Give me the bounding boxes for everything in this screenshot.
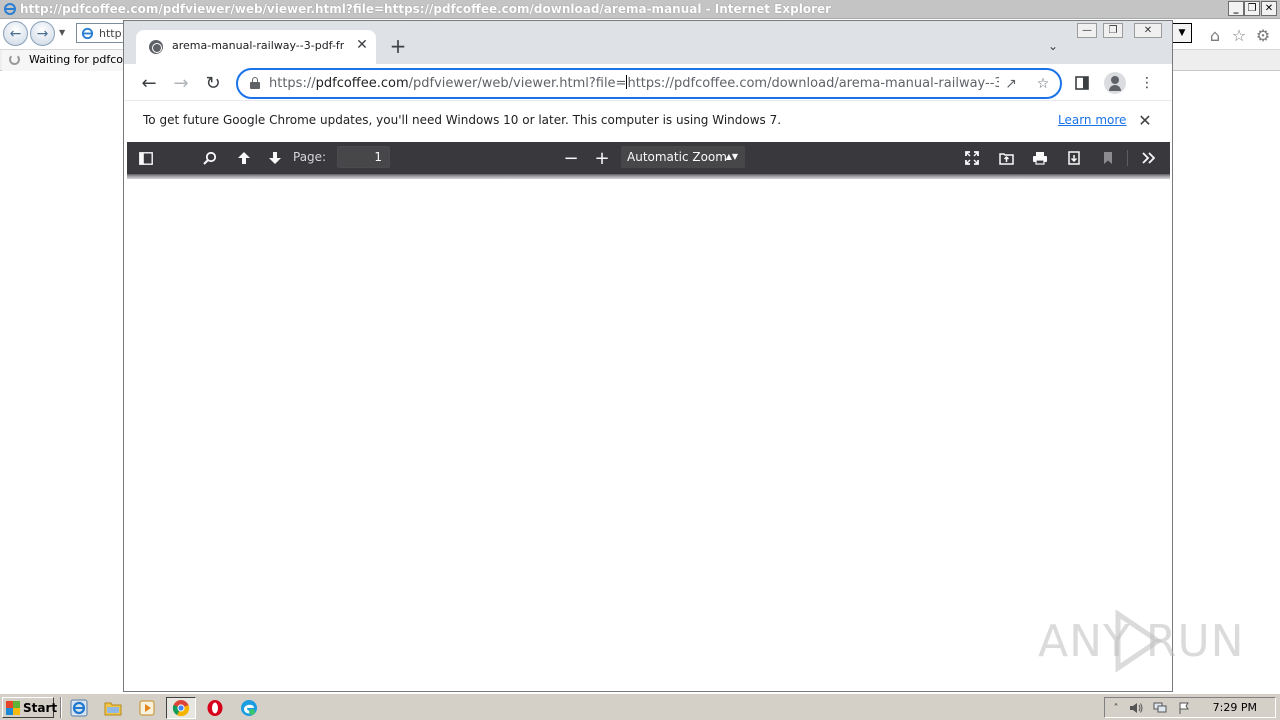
ie-window-title: http://pdfcoffee.com/pdfviewer/web/viewe… bbox=[20, 2, 832, 16]
ie-address-bar[interactable]: http: bbox=[76, 23, 128, 43]
ie-forward-icon[interactable]: → bbox=[30, 21, 55, 46]
chrome-close-button[interactable]: ✕ bbox=[1134, 23, 1162, 38]
edge-icon[interactable] bbox=[237, 697, 261, 719]
ie-address-text: http: bbox=[99, 27, 126, 40]
home-icon[interactable]: ⌂ bbox=[1206, 26, 1224, 45]
update-infobar: To get future Google Chrome updates, you… bbox=[124, 100, 1172, 140]
settings-gear-icon[interactable]: ⚙ bbox=[1254, 26, 1272, 45]
find-search-icon[interactable] bbox=[200, 148, 220, 168]
windows-logo-icon bbox=[6, 700, 20, 715]
system-clock[interactable]: 7:29 PM bbox=[1213, 701, 1257, 714]
zoom-in-plus-icon[interactable]: + bbox=[592, 148, 612, 169]
internet-explorer-icon bbox=[4, 3, 16, 15]
profile-avatar-icon[interactable] bbox=[1104, 72, 1126, 94]
print-icon[interactable] bbox=[1030, 148, 1050, 168]
chrome-restore-button[interactable]: ❐ bbox=[1103, 23, 1123, 38]
tab-close-icon[interactable]: ✕ bbox=[354, 37, 370, 53]
pdf-viewer-container[interactable] bbox=[127, 179, 1170, 690]
taskbar-separator bbox=[60, 697, 62, 718]
lock-icon bbox=[250, 77, 260, 90]
infobar-message: To get future Google Chrome updates, you… bbox=[143, 113, 782, 127]
learn-more-link[interactable]: Learn more bbox=[1058, 113, 1126, 127]
reload-icon[interactable]: ↻ bbox=[201, 71, 225, 95]
chrome-menu-kebab-icon[interactable]: ⋮ bbox=[1137, 73, 1157, 93]
bookmark-icon[interactable] bbox=[1098, 148, 1118, 168]
presentation-mode-icon[interactable] bbox=[962, 148, 982, 168]
forward-arrow-icon[interactable]: → bbox=[169, 71, 193, 95]
ie-minimize-button[interactable]: _ bbox=[1228, 1, 1244, 16]
loading-spinner-icon bbox=[9, 54, 20, 65]
page-number-input[interactable]: 1 bbox=[337, 146, 390, 168]
zoom-select-caret-icon: ▲▼ bbox=[725, 152, 738, 161]
media-player-icon[interactable] bbox=[135, 697, 159, 719]
windows-taskbar: Start ˄ 7:29 PM bbox=[0, 693, 1280, 720]
share-icon[interactable]: ↗ bbox=[1002, 75, 1020, 93]
omnibox-url[interactable]: https://pdfcoffee.com/pdfviewer/web/view… bbox=[269, 75, 999, 91]
ie-page-icon bbox=[81, 27, 94, 40]
chrome-taskbar-icon[interactable] bbox=[166, 697, 196, 719]
side-panel-icon[interactable] bbox=[1072, 73, 1092, 93]
download-icon[interactable] bbox=[1064, 148, 1084, 168]
ie-address-dropdown-button[interactable]: ▼ bbox=[1172, 23, 1192, 43]
infobar-close-icon[interactable]: ✕ bbox=[1136, 111, 1154, 130]
chrome-tab-strip: arema-manual-railway--3-pdf-free.h ✕ + ⌄… bbox=[124, 21, 1172, 64]
play-logo-icon bbox=[1115, 610, 1163, 672]
zoom-select-value: Automatic Zoom bbox=[627, 150, 727, 164]
favorites-star-icon[interactable]: ☆ bbox=[1230, 26, 1248, 45]
anyrun-watermark: ANY RUN bbox=[1038, 610, 1244, 672]
ie-tab[interactable]: Waiting for pdfcoffe bbox=[2, 50, 137, 71]
ie-back-icon[interactable]: ← bbox=[3, 21, 28, 46]
omnibox[interactable]: https://pdfcoffee.com/pdfviewer/web/view… bbox=[236, 68, 1062, 99]
new-tab-plus-icon[interactable]: + bbox=[388, 36, 408, 56]
next-page-down-arrow-icon[interactable] bbox=[265, 148, 285, 168]
file-explorer-icon[interactable] bbox=[101, 697, 125, 719]
chrome-minimize-button[interactable]: — bbox=[1077, 23, 1097, 38]
ie-close-button[interactable]: ✕ bbox=[1261, 1, 1277, 16]
previous-page-up-arrow-icon[interactable] bbox=[234, 148, 254, 168]
back-arrow-icon[interactable]: ← bbox=[137, 71, 161, 95]
show-hidden-icons-chevron-icon[interactable]: ˄ bbox=[1109, 701, 1123, 715]
url-scheme: https:// bbox=[269, 76, 316, 91]
tools-menu-chevron-icon[interactable] bbox=[1139, 148, 1159, 168]
zoom-select[interactable]: Automatic Zoom ▲▼ bbox=[621, 146, 745, 168]
globe-icon bbox=[149, 40, 163, 54]
toolbar-separator bbox=[1127, 150, 1128, 166]
volume-icon[interactable] bbox=[1129, 701, 1143, 715]
chrome-tab-active[interactable]: arema-manual-railway--3-pdf-free.h ✕ bbox=[136, 30, 376, 64]
ie-history-dropdown-icon[interactable]: ▼ bbox=[59, 28, 65, 37]
start-label: Start bbox=[23, 700, 58, 715]
url-host: pdfcoffee.com bbox=[315, 76, 409, 91]
ie-title-bar: http://pdfcoffee.com/pdfviewer/web/viewe… bbox=[0, 0, 1280, 19]
chrome-toolbar: ← → ↻ https://pdfcoffee.com/pdfviewer/we… bbox=[124, 64, 1172, 100]
pdf-toolbar: Page: 1 − + Automatic Zoom ▲▼ bbox=[127, 142, 1170, 174]
internet-explorer-taskbar-icon[interactable] bbox=[67, 697, 91, 719]
network-icon[interactable] bbox=[1153, 701, 1167, 715]
page-label: Page: bbox=[293, 150, 327, 164]
ie-page-area bbox=[0, 71, 124, 693]
chrome-window: arema-manual-railway--3-pdf-free.h ✕ + ⌄… bbox=[123, 20, 1173, 692]
sidebar-toggle-icon[interactable] bbox=[136, 148, 156, 168]
ie-tab-label: Waiting for pdfcoffe bbox=[29, 53, 138, 66]
chrome-tab-title: arema-manual-railway--3-pdf-free.h bbox=[172, 39, 344, 52]
ie-restore-button[interactable]: ❐ bbox=[1244, 1, 1260, 16]
opera-icon[interactable] bbox=[203, 697, 227, 719]
start-button[interactable]: Start bbox=[2, 697, 58, 718]
zoom-out-minus-icon[interactable]: − bbox=[561, 148, 581, 169]
open-file-icon[interactable] bbox=[996, 148, 1016, 168]
url-path: /pdfviewer/web/viewer.html?file= bbox=[408, 76, 627, 91]
tab-search-chevron-icon[interactable]: ⌄ bbox=[1044, 37, 1062, 55]
url-path-continued: https://pdfcoffee.com/download/arema-man… bbox=[627, 76, 999, 91]
system-tray: ˄ 7:29 PM bbox=[1104, 697, 1276, 718]
action-center-flag-icon[interactable] bbox=[1177, 701, 1191, 715]
bookmark-star-icon[interactable]: ☆ bbox=[1034, 75, 1052, 93]
